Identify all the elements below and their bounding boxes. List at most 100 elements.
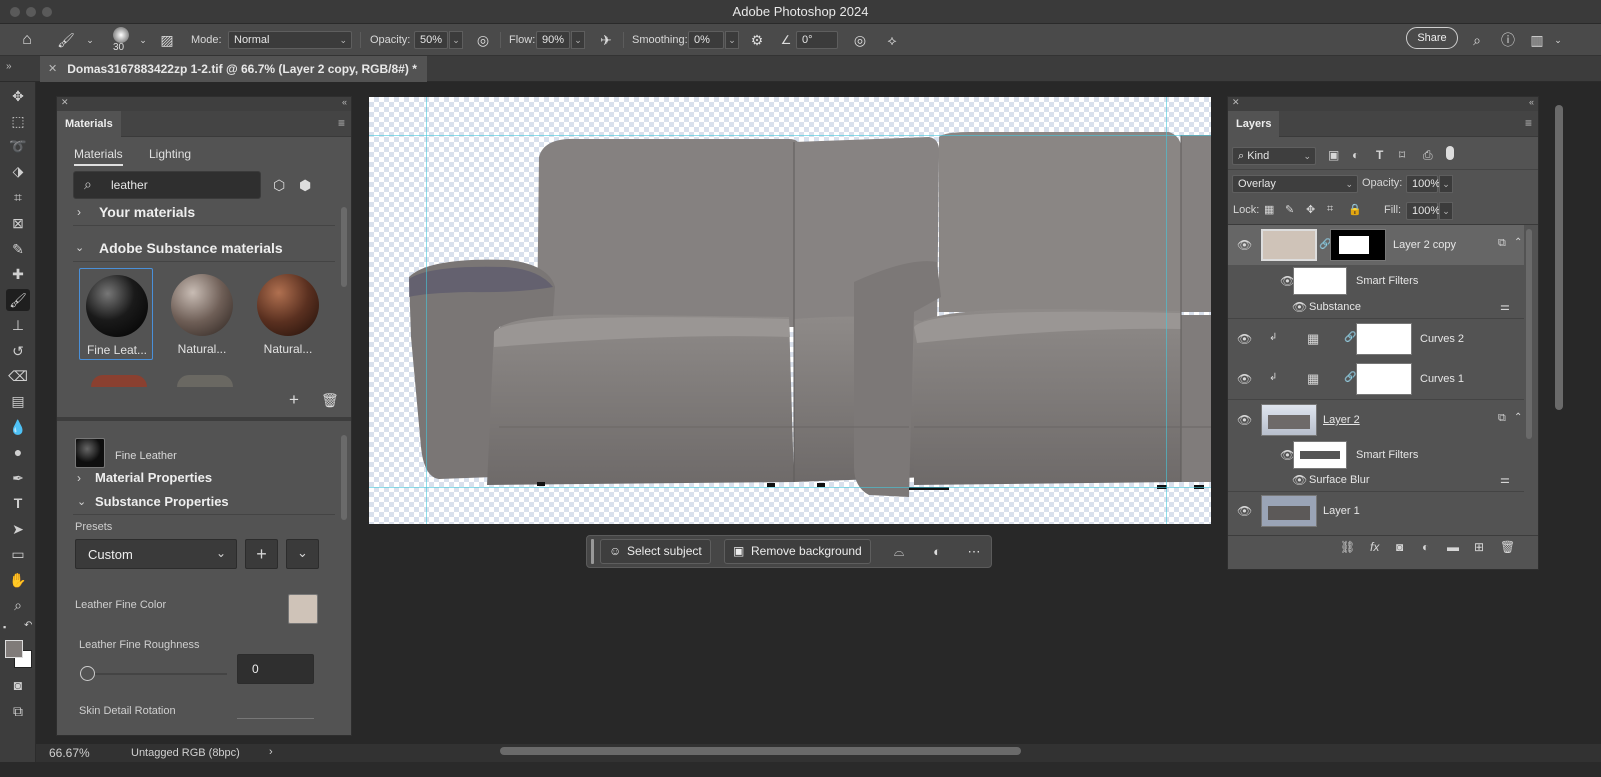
expand-panels-icon[interactable]: » [6,61,12,72]
dodge-tool-icon[interactable]: ● [6,441,30,463]
filter-toggle[interactable] [1446,146,1454,160]
leather-fine-color-swatch[interactable] [288,594,318,624]
trash-icon[interactable]: 🗑 [321,392,339,409]
angle-input[interactable]: 0° [796,31,838,49]
gear-icon[interactable]: ⚙ [747,30,767,50]
lock-position-icon[interactable]: ✥ [1306,203,1315,216]
quick-mask-icon[interactable]: ◙ [6,674,30,696]
share-button[interactable]: Share [1406,27,1458,49]
lock-pixels-icon[interactable]: ✎ [1285,203,1294,216]
foreground-color-swatch[interactable] [5,640,23,658]
materials-panel-tab[interactable]: Materials [57,111,121,137]
preset-menu-button[interactable]: ⌄ [286,539,319,569]
eraser-icon[interactable]: ⌫ [6,365,30,387]
import-material-icon[interactable]: ⬢ [299,177,311,194]
pressure-opacity-icon[interactable]: ◎ [473,30,493,50]
zoom-tool-icon[interactable]: ⌕ [6,594,30,616]
clone-stamp-icon[interactable]: ⊥ [6,314,30,336]
filter-smart-object-icon[interactable]: ⎙ [1423,148,1433,163]
drag-handle[interactable] [591,539,594,564]
material-thumb-partial[interactable] [177,375,233,387]
lasso-tool-icon[interactable]: ➰ [6,135,30,157]
pressure-size-icon[interactable]: ◎ [850,30,870,50]
visibility-eye-icon[interactable]: 👁 [1237,238,1252,252]
zoom-level[interactable]: 66.67% [49,746,90,760]
link-layers-icon[interactable]: ⛓ [1340,540,1355,554]
chevron-up-icon[interactable]: ⌃ [1514,237,1522,248]
substance-materials-section[interactable]: Adobe Substance materials [99,240,283,256]
roughness-input[interactable]: 0 [237,654,314,684]
search-icon[interactable]: ⌕ [1467,30,1487,50]
group-folder-icon[interactable]: ▬ [1447,540,1459,554]
type-tool-icon[interactable]: T [6,492,30,514]
symmetry-icon[interactable]: ⟡ [882,30,902,50]
add-3d-material-icon[interactable]: ⬡ [273,177,285,194]
lock-all-icon[interactable]: 🔒 [1348,203,1362,216]
opacity-input[interactable]: 50% [414,31,448,49]
layer-row-curves-2[interactable]: 👁 ↲ ▦ 🔗 Curves 2 [1228,319,1524,359]
filter-type-icon[interactable]: T [1376,148,1383,162]
collapse-icon[interactable]: « [1529,97,1534,107]
workspace-icon[interactable]: ▥ [1527,30,1547,50]
window-close-button[interactable] [10,7,20,17]
fill-input[interactable]: 100% [1406,202,1440,220]
chevron-right-icon[interactable]: › [77,471,81,485]
healing-brush-icon[interactable]: ✚ [6,263,30,285]
vertical-scrollbar[interactable] [1555,105,1563,410]
airbrush-icon[interactable]: ✈ [596,30,616,50]
layer-row-curves-1[interactable]: 👁 ↲ ▦ 🔗 Curves 1 [1228,359,1524,399]
marquee-tool-icon[interactable]: ⬚ [6,110,30,132]
filter-row-substance[interactable]: 👁 Substance ⚌ [1228,297,1524,317]
opacity-dropdown[interactable]: ⌄ [1439,175,1453,193]
transform-icon[interactable]: ⌓ [889,542,909,562]
preset-select[interactable]: Custom ⌄ [75,539,237,569]
brush-tool-icon[interactable]: 🖌 [56,30,76,50]
panel-menu-icon[interactable]: ≡ [338,116,345,130]
home-icon[interactable]: ⌂ [17,30,37,50]
filter-shape-icon[interactable]: ⌑ [1399,148,1405,162]
lock-artboard-icon[interactable]: ⌗ [1327,203,1333,216]
filter-options-icon[interactable]: ⚌ [1500,473,1510,486]
chevron-up-icon[interactable]: ⌃ [1514,412,1522,423]
visibility-eye-icon[interactable]: 👁 [1237,372,1252,386]
swap-colors-icon[interactable]: ↶ [24,620,32,631]
materials-search-input[interactable]: ⌕ leather [73,171,261,199]
layer-row-layer-2[interactable]: 👁 Layer 2 ⧉ ⌃ [1228,400,1524,440]
chevron-down-icon[interactable]: ⌄ [75,241,84,254]
layer-row-layer-2-copy[interactable]: 👁 🔗 Layer 2 copy ⧉ ⌃ [1228,225,1524,265]
material-properties-section[interactable]: Material Properties [95,470,212,485]
smoothing-input[interactable]: 0% [688,31,724,49]
chevron-down-icon[interactable]: ⌄ [133,30,153,50]
fx-icon[interactable]: fx [1370,540,1379,554]
tab-materials[interactable]: Materials [74,147,123,166]
filter-pixel-icon[interactable]: ▣ [1328,148,1339,162]
layer-row-layer-1[interactable]: 👁 Layer 1 [1228,492,1524,530]
rotation-input[interactable] [237,718,314,719]
trash-icon[interactable]: 🗑 [1500,540,1515,554]
pen-tool-icon[interactable]: ✒ [6,467,30,489]
close-icon[interactable]: ✕ [61,97,69,108]
visibility-eye-icon[interactable]: 👁 [1237,504,1252,518]
blur-tool-icon[interactable]: 💧 [6,416,30,438]
adjustment-icon[interactable]: ◐ [927,542,947,562]
hand-tool-icon[interactable]: ✋ [6,569,30,591]
help-icon[interactable]: ⓘ [1498,30,1518,50]
lock-transparency-icon[interactable]: ▦ [1264,203,1274,216]
brush-settings-icon[interactable]: ▨ [157,30,177,50]
chevron-down-icon[interactable]: ⌄ [80,30,100,50]
your-materials-section[interactable]: Your materials [99,204,195,220]
close-tab-icon[interactable]: ✕ [48,56,57,82]
smoothing-dropdown[interactable]: ⌄ [725,31,739,49]
window-zoom-button[interactable] [42,7,52,17]
screen-mode-icon[interactable]: ⧉ [6,700,30,722]
mode-select[interactable]: Normal ⌄ [228,31,352,49]
history-brush-icon[interactable]: ↺ [6,340,30,362]
visibility-eye-icon[interactable]: 👁 [1292,300,1307,314]
default-colors-icon[interactable]: ▪ [3,622,6,632]
panel-splitter[interactable] [57,417,351,421]
document-tab[interactable]: ✕ Domas3167883422zp 1-2.tif @ 66.7% (Lay… [40,56,427,82]
chevron-right-icon[interactable]: › [269,746,273,758]
add-icon[interactable]: + [289,390,299,410]
rectangle-tool-icon[interactable]: ▭ [6,543,30,565]
link-icon[interactable]: 🔗 [1344,332,1356,343]
